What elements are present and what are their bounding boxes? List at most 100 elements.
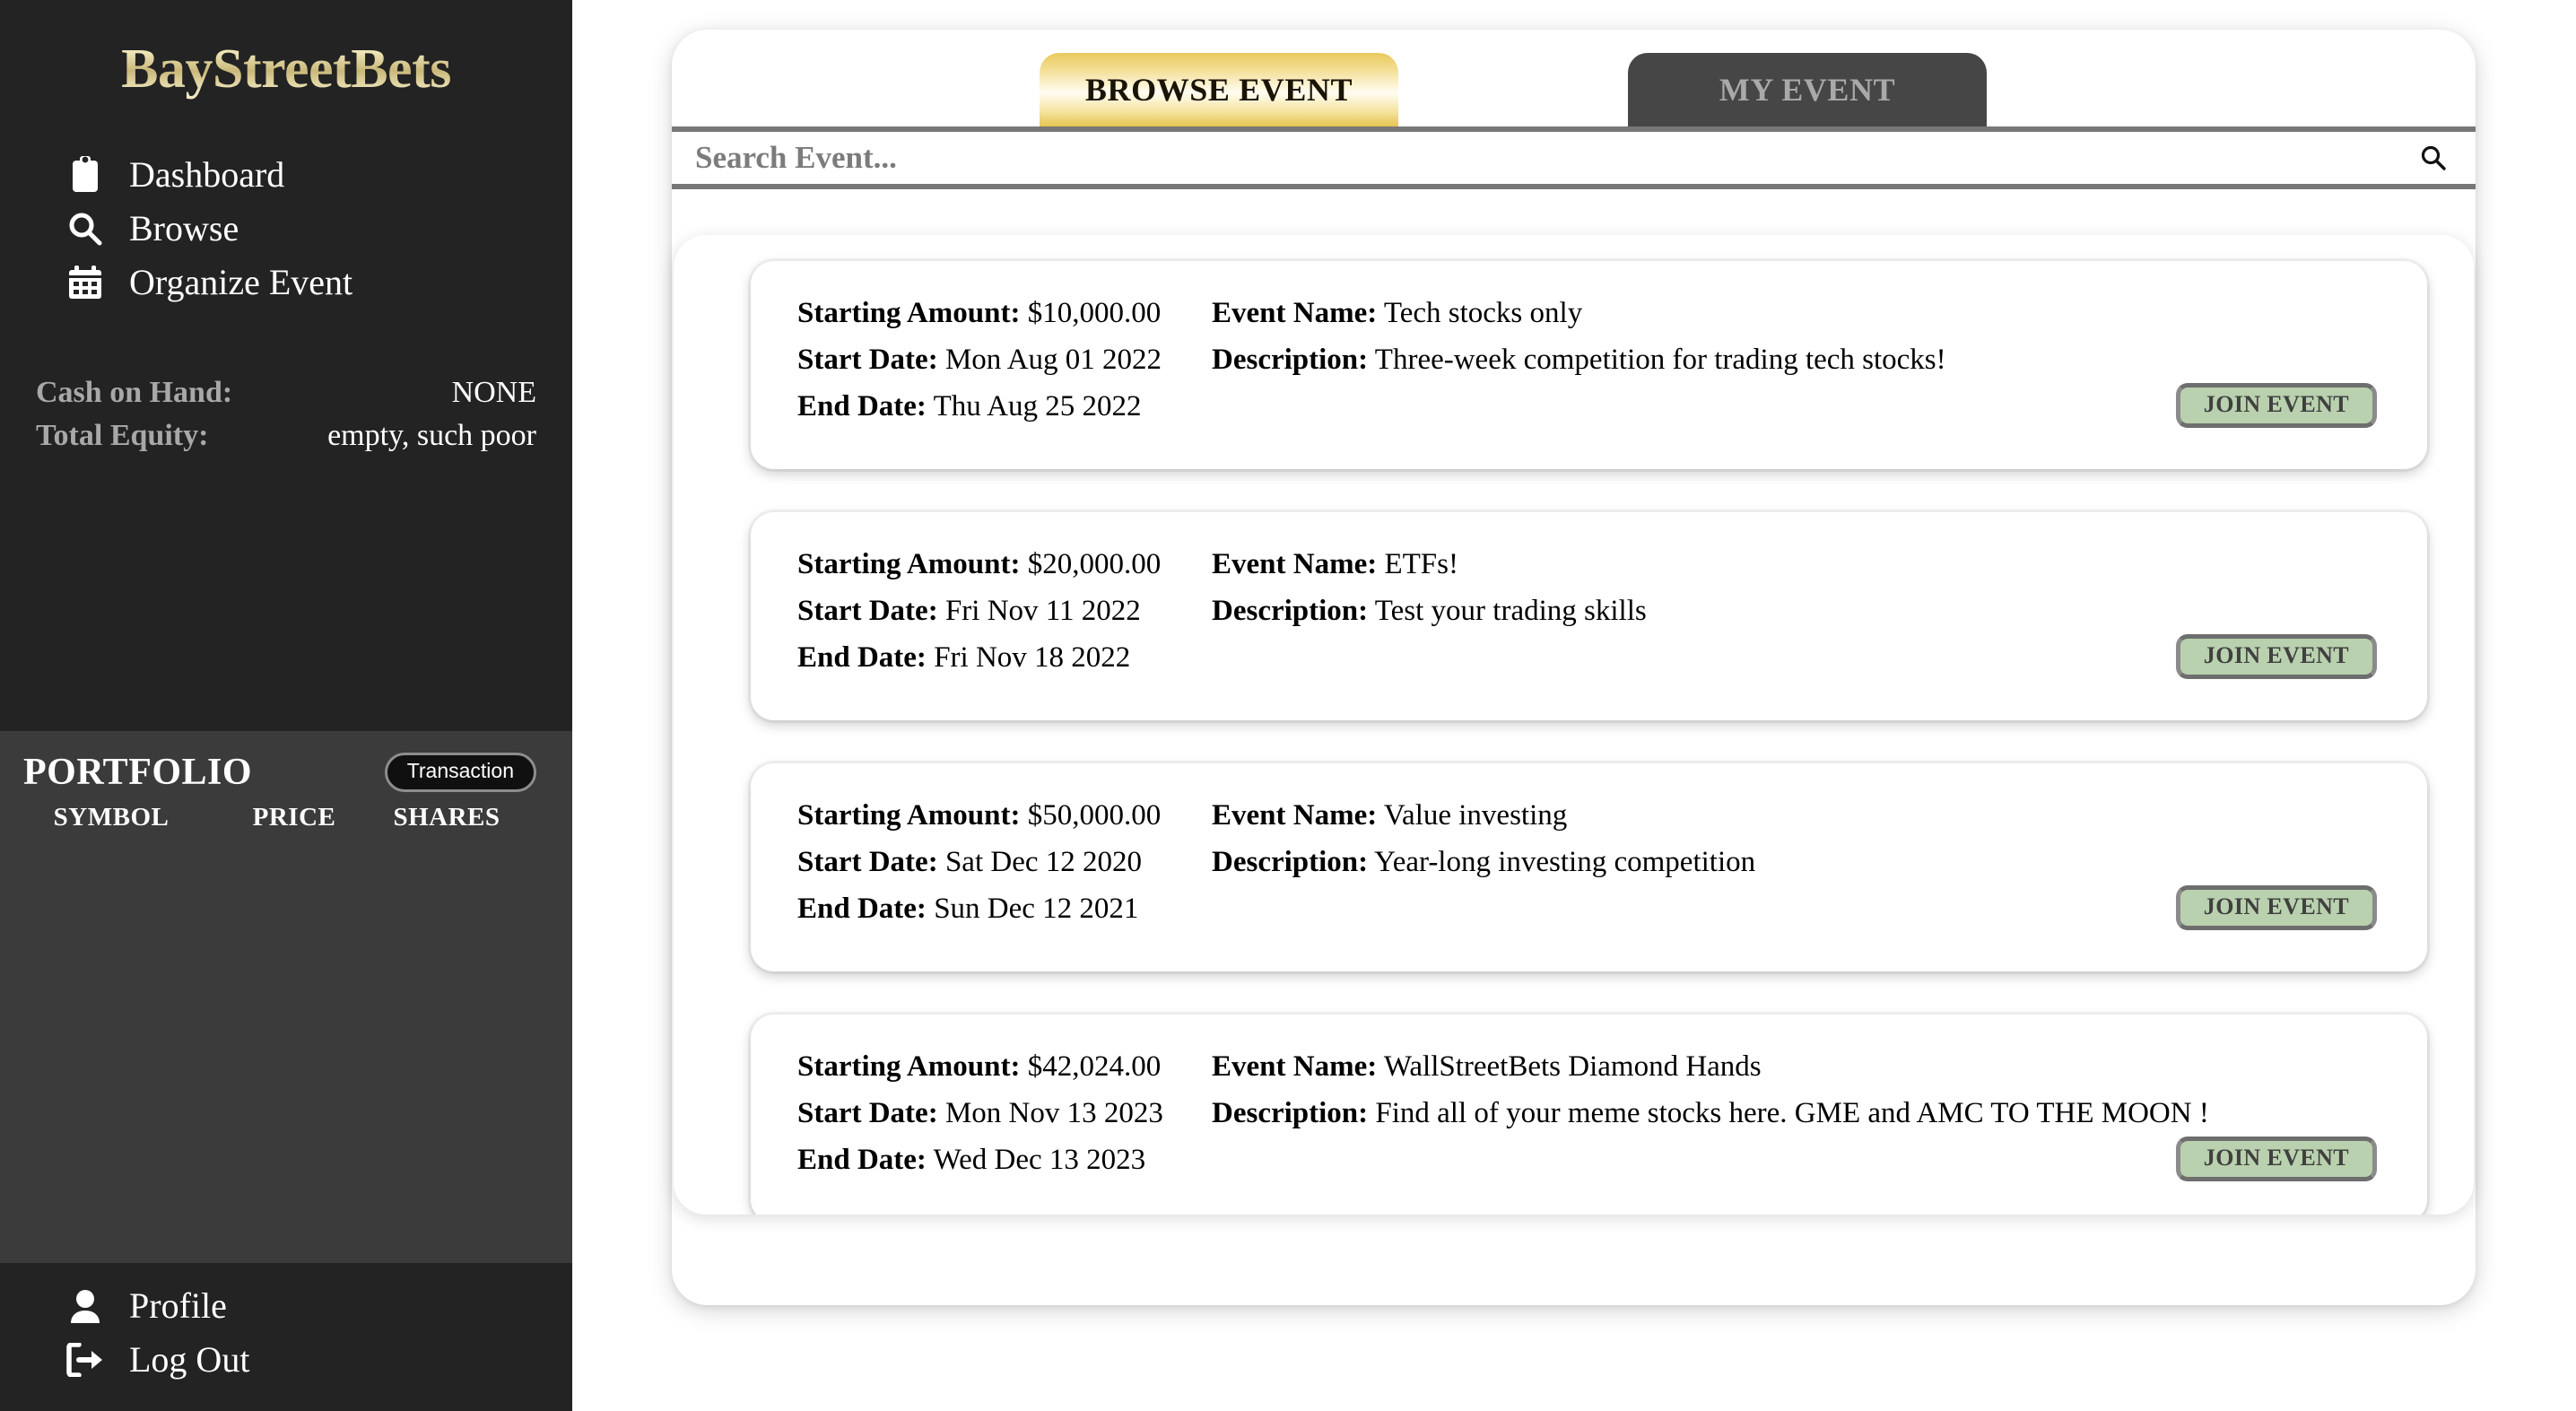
event-card: Starting Amount: $42,024.00 Start Date: …	[751, 1015, 2427, 1215]
stat-label: Cash on Hand:	[36, 376, 233, 409]
search-icon	[65, 209, 106, 248]
sidebar-item-label: Organize Event	[129, 262, 353, 302]
field-label: Description:	[1212, 846, 1369, 879]
field-value: Thu Aug 25 2022	[933, 390, 1142, 423]
sidebar-item-label: Browse	[129, 208, 239, 248]
secondary-nav: Profile Log Out	[0, 1263, 572, 1411]
field-label: Starting Amount:	[797, 297, 1021, 329]
field-label: Start Date:	[797, 344, 938, 377]
field-value: $42,024.00	[1027, 1050, 1162, 1083]
field-value: Test your trading skills	[1374, 595, 1647, 628]
search-icon[interactable]	[2420, 144, 2476, 171]
field-starting-amount: Starting Amount: $50,000.00	[797, 792, 1212, 839]
search-bar	[672, 126, 2476, 189]
sidebar-item-organize-event[interactable]: Organize Event	[0, 256, 572, 309]
field-value: Fri Nov 11 2022	[944, 595, 1141, 628]
column-header-price: PRICE	[252, 803, 336, 832]
field-value: Tech stocks only	[1383, 297, 1583, 329]
field-event-name: Event Name: Tech stocks only	[1212, 290, 2388, 336]
search-input[interactable]	[672, 131, 2420, 185]
field-start-date: Start Date: Mon Nov 13 2023	[797, 1090, 1212, 1137]
join-event-button[interactable]: JOIN EVENT	[2175, 634, 2377, 679]
portfolio-title: PORTFOLIO	[23, 752, 253, 793]
field-description: Description: Find all of your meme stock…	[1212, 1090, 2388, 1137]
events-panel: BROWSE EVENT MY EVENT Starting Amount:	[672, 30, 2476, 1305]
event-card: Starting Amount: $10,000.00 Start Date: …	[751, 261, 2427, 469]
tab-browse-event[interactable]: BROWSE EVENT	[1040, 53, 1398, 126]
field-value: Find all of your meme stocks here. GME a…	[1375, 1097, 2209, 1130]
field-value: Wed Dec 13 2023	[933, 1144, 1146, 1177]
field-description: Description: Test your trading skills	[1212, 588, 2388, 634]
transaction-button[interactable]: Transaction	[384, 753, 536, 792]
field-event-name: Event Name: WallStreetBets Diamond Hands	[1212, 1043, 2388, 1090]
field-value: Sun Dec 12 2021	[934, 893, 1139, 926]
field-start-date: Start Date: Mon Aug 01 2022	[797, 336, 1212, 383]
sidebar-item-dashboard[interactable]: Dashboard	[0, 148, 572, 202]
column-header-symbol: SYMBOL	[53, 803, 170, 832]
tab-bar: BROWSE EVENT MY EVENT	[672, 30, 2476, 126]
event-card: Starting Amount: $50,000.00 Start Date: …	[751, 763, 2427, 971]
field-label: Description:	[1212, 595, 1369, 628]
field-label: End Date:	[797, 390, 927, 423]
field-label: Event Name:	[1212, 799, 1378, 832]
sidebar: BayStreetBets Dashboard Browse Organize …	[0, 0, 572, 1411]
app-logo: BayStreetBets	[0, 38, 572, 101]
field-end-date: End Date: Thu Aug 25 2022	[797, 383, 1212, 430]
event-list: Starting Amount: $10,000.00 Start Date: …	[674, 235, 2474, 1215]
sign-out-icon	[65, 1340, 106, 1380]
field-event-name: Event Name: Value investing	[1212, 792, 2388, 839]
field-description: Description: Three-week competition for …	[1212, 336, 2388, 383]
field-label: Event Name:	[1212, 1050, 1378, 1083]
field-end-date: End Date: Fri Nov 18 2022	[797, 634, 1212, 681]
field-label: End Date:	[797, 1144, 927, 1177]
stat-label: Total Equity:	[36, 419, 209, 452]
stat-cash-on-hand: Cash on Hand: NONE	[36, 376, 536, 410]
field-value: Year-long investing competition	[1374, 846, 1756, 879]
app-root: BayStreetBets Dashboard Browse Organize …	[0, 0, 2576, 1411]
field-end-date: End Date: Sun Dec 12 2021	[797, 885, 1212, 932]
account-stats: Cash on Hand: NONE Total Equity: empty, …	[0, 376, 572, 462]
field-label: Event Name:	[1212, 297, 1378, 329]
calendar-icon	[65, 263, 106, 302]
tab-my-event[interactable]: MY EVENT	[1628, 53, 1987, 126]
primary-nav: Dashboard Browse Organize Event	[0, 148, 572, 309]
field-label: Starting Amount:	[797, 1050, 1021, 1083]
field-end-date: End Date: Wed Dec 13 2023	[797, 1137, 1212, 1183]
join-event-button[interactable]: JOIN EVENT	[2175, 1137, 2377, 1181]
field-value: Three-week competition for trading tech …	[1374, 344, 1946, 377]
column-header-shares: SHARES	[393, 803, 500, 832]
field-value: $20,000.00	[1027, 548, 1162, 580]
join-event-button[interactable]: JOIN EVENT	[2175, 383, 2377, 428]
field-label: End Date:	[797, 893, 927, 926]
sidebar-item-browse[interactable]: Browse	[0, 202, 572, 256]
sidebar-item-log-out[interactable]: Log Out	[0, 1333, 572, 1387]
field-start-date: Start Date: Sat Dec 12 2020	[797, 839, 1212, 885]
person-icon	[65, 1286, 106, 1326]
field-value: $10,000.00	[1027, 297, 1162, 329]
join-event-button[interactable]: JOIN EVENT	[2175, 885, 2377, 930]
field-label: Description:	[1212, 344, 1369, 377]
sidebar-item-profile[interactable]: Profile	[0, 1279, 572, 1333]
sidebar-item-label: Log Out	[129, 1339, 250, 1380]
field-label: Start Date:	[797, 595, 938, 628]
field-value: Mon Nov 13 2023	[944, 1097, 1163, 1130]
field-label: Starting Amount:	[797, 799, 1021, 832]
sidebar-item-label: Profile	[129, 1285, 227, 1326]
field-start-date: Start Date: Fri Nov 11 2022	[797, 588, 1212, 634]
field-starting-amount: Starting Amount: $10,000.00	[797, 290, 1212, 336]
field-value: Value investing	[1383, 799, 1568, 832]
portfolio-header: PORTFOLIO Transaction SYMBOL PRICE SHARE…	[0, 731, 572, 866]
field-value: WallStreetBets Diamond Hands	[1383, 1050, 1762, 1083]
field-value: Sat Dec 12 2020	[944, 846, 1142, 879]
event-list-scroll-container[interactable]: Starting Amount: $10,000.00 Start Date: …	[674, 235, 2474, 1215]
portfolio-head-row: PORTFOLIO Transaction	[0, 731, 572, 794]
field-label: End Date:	[797, 641, 927, 675]
stat-value: NONE	[451, 376, 536, 409]
main-content: BROWSE EVENT MY EVENT Starting Amount:	[572, 0, 2576, 1411]
portfolio-column-headers: SYMBOL PRICE SHARES	[0, 794, 572, 832]
event-card: Starting Amount: $20,000.00 Start Date: …	[751, 512, 2427, 720]
field-starting-amount: Starting Amount: $42,024.00	[797, 1043, 1212, 1090]
field-value: Fri Nov 18 2022	[934, 641, 1131, 675]
stat-total-equity: Total Equity: empty, such poor	[36, 419, 536, 453]
field-label: Start Date:	[797, 846, 938, 879]
